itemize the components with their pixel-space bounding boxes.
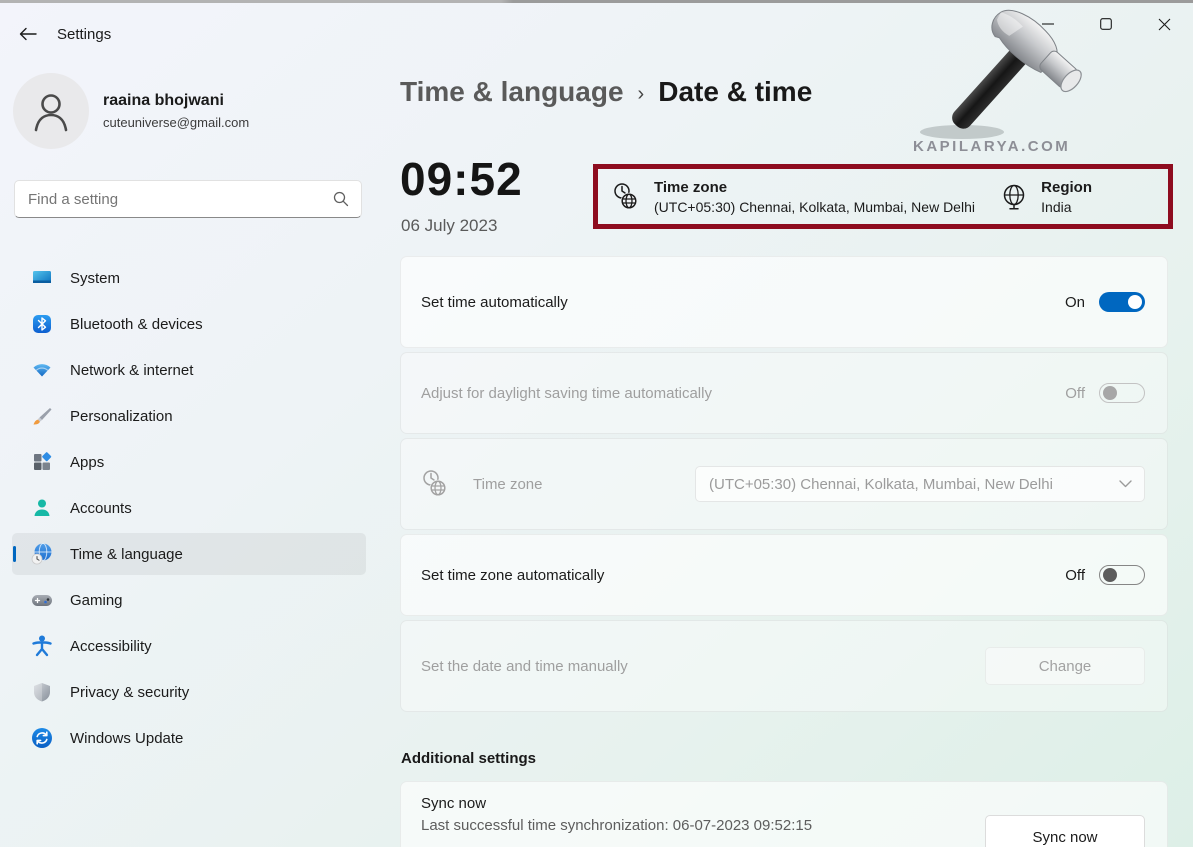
timezone-clock-globe-icon-disabled bbox=[421, 469, 449, 499]
setting-label: Set time automatically bbox=[421, 294, 1065, 311]
sidebar-item-apps[interactable]: Apps bbox=[12, 441, 366, 483]
time-zone-dropdown-value: (UTC+05:30) Chennai, Kolkata, Mumbai, Ne… bbox=[709, 476, 1119, 493]
setting-label: Set time zone automatically bbox=[421, 567, 1065, 584]
sidebar-item-label: Apps bbox=[70, 454, 104, 471]
time-zone-dropdown: (UTC+05:30) Chennai, Kolkata, Mumbai, Ne… bbox=[695, 466, 1145, 502]
breadcrumb: Time & language › Date & time bbox=[400, 76, 812, 108]
breadcrumb-parent[interactable]: Time & language bbox=[400, 76, 624, 108]
sidebar-item-windows-update[interactable]: Windows Update bbox=[12, 717, 366, 759]
card-sync-now: Sync now Last successful time synchroniz… bbox=[400, 781, 1168, 847]
main-content: Time & language › Date & time bbox=[400, 0, 1168, 847]
search-icon bbox=[333, 191, 349, 207]
gamepad-icon bbox=[30, 588, 54, 612]
timezone-summary: Time zone (UTC+05:30) Chennai, Kolkata, … bbox=[612, 177, 1001, 217]
card-set-time-automatically: Set time automatically On bbox=[400, 256, 1168, 348]
sidebar-item-label: Accessibility bbox=[70, 638, 152, 655]
card-set-date-time-manually: Set the date and time manually Change bbox=[400, 620, 1168, 712]
sidebar-item-label: Bluetooth & devices bbox=[70, 316, 203, 333]
sidebar-item-accessibility[interactable]: Accessibility bbox=[12, 625, 366, 667]
search-box[interactable] bbox=[14, 180, 362, 218]
sidebar-item-label: System bbox=[70, 270, 120, 287]
settings-cards: Set time automatically On Adjust for day… bbox=[400, 256, 1168, 716]
current-date: 06 July 2023 bbox=[401, 216, 497, 236]
sidebar-item-label: Privacy & security bbox=[70, 684, 189, 701]
card-time-zone: Time zone (UTC+05:30) Chennai, Kolkata, … bbox=[400, 438, 1168, 530]
sidebar-item-personalization[interactable]: Personalization bbox=[12, 395, 366, 437]
daylight-saving-toggle bbox=[1099, 383, 1145, 403]
time-language-icon bbox=[30, 542, 54, 566]
current-time: 09:52 bbox=[400, 152, 523, 206]
toggle-state-label: Off bbox=[1065, 567, 1085, 584]
region-globe-icon bbox=[1001, 183, 1027, 211]
app-title: Settings bbox=[57, 26, 111, 43]
sidebar-item-label: Personalization bbox=[70, 408, 173, 425]
sidebar-item-system[interactable]: System bbox=[12, 257, 366, 299]
accounts-icon bbox=[30, 496, 54, 520]
apps-icon bbox=[30, 450, 54, 474]
region-summary: Region India bbox=[1001, 177, 1092, 217]
sidebar-item-label: Windows Update bbox=[70, 730, 183, 747]
settings-window: Settings raaina bhojwani cuteuniverse@gm… bbox=[0, 0, 1193, 847]
accessibility-icon bbox=[30, 634, 54, 658]
shield-icon bbox=[30, 680, 54, 704]
sync-now-title: Sync now bbox=[421, 795, 1145, 812]
sidebar-item-accounts[interactable]: Accounts bbox=[12, 487, 366, 529]
timezone-clock-globe-icon bbox=[612, 182, 640, 212]
sidebar-nav: System Bluetooth & devices Network & int… bbox=[0, 253, 378, 763]
setting-label: Adjust for daylight saving time automati… bbox=[421, 385, 1065, 402]
setting-label: Time zone bbox=[473, 476, 695, 493]
sidebar-item-label: Gaming bbox=[70, 592, 123, 609]
timezone-title: Time zone bbox=[654, 177, 975, 198]
set-time-automatically-toggle[interactable] bbox=[1099, 292, 1145, 312]
sidebar-item-bluetooth-devices[interactable]: Bluetooth & devices bbox=[12, 303, 366, 345]
sidebar-item-label: Network & internet bbox=[70, 362, 193, 379]
region-value: India bbox=[1041, 198, 1092, 217]
sidebar: raaina bhojwani cuteuniverse@gmail.com S… bbox=[0, 51, 378, 847]
watermark-text: KAPILARYA.COM bbox=[913, 138, 1070, 155]
change-button: Change bbox=[985, 647, 1145, 685]
timezone-region-highlight: Time zone (UTC+05:30) Chennai, Kolkata, … bbox=[593, 164, 1173, 229]
region-title: Region bbox=[1041, 177, 1092, 198]
card-set-time-zone-automatically: Set time zone automatically Off bbox=[400, 534, 1168, 616]
sidebar-item-privacy-security[interactable]: Privacy & security bbox=[12, 671, 366, 713]
system-icon bbox=[30, 266, 54, 290]
sidebar-item-label: Accounts bbox=[70, 500, 132, 517]
person-icon bbox=[30, 90, 72, 132]
additional-settings-header: Additional settings bbox=[401, 750, 536, 767]
sidebar-item-label: Time & language bbox=[70, 546, 183, 563]
breadcrumb-separator-icon: › bbox=[638, 79, 645, 106]
toggle-state-label: Off bbox=[1065, 385, 1085, 402]
set-time-zone-automatically-toggle[interactable] bbox=[1099, 565, 1145, 585]
windows-update-icon bbox=[30, 726, 54, 750]
brush-icon bbox=[30, 404, 54, 428]
card-daylight-saving: Adjust for daylight saving time automati… bbox=[400, 352, 1168, 434]
back-arrow-icon bbox=[19, 27, 37, 41]
sidebar-item-network-internet[interactable]: Network & internet bbox=[12, 349, 366, 391]
back-button[interactable] bbox=[12, 21, 44, 49]
profile-email: cuteuniverse@gmail.com bbox=[103, 115, 249, 130]
search-input[interactable] bbox=[15, 191, 333, 208]
toggle-state-label: On bbox=[1065, 294, 1085, 311]
bluetooth-icon bbox=[30, 312, 54, 336]
sync-now-button[interactable]: Sync now bbox=[985, 815, 1145, 847]
sidebar-item-time-language[interactable]: Time & language bbox=[12, 533, 366, 575]
setting-label: Set the date and time manually bbox=[421, 658, 985, 675]
chevron-down-icon bbox=[1119, 480, 1132, 488]
sidebar-item-gaming[interactable]: Gaming bbox=[12, 579, 366, 621]
hammer-watermark-image bbox=[900, 6, 1100, 146]
avatar[interactable] bbox=[13, 73, 89, 149]
timezone-value: (UTC+05:30) Chennai, Kolkata, Mumbai, Ne… bbox=[654, 198, 975, 217]
page-title: Date & time bbox=[658, 76, 812, 108]
profile-name: raaina bhojwani bbox=[103, 92, 224, 110]
wifi-icon bbox=[30, 358, 54, 382]
